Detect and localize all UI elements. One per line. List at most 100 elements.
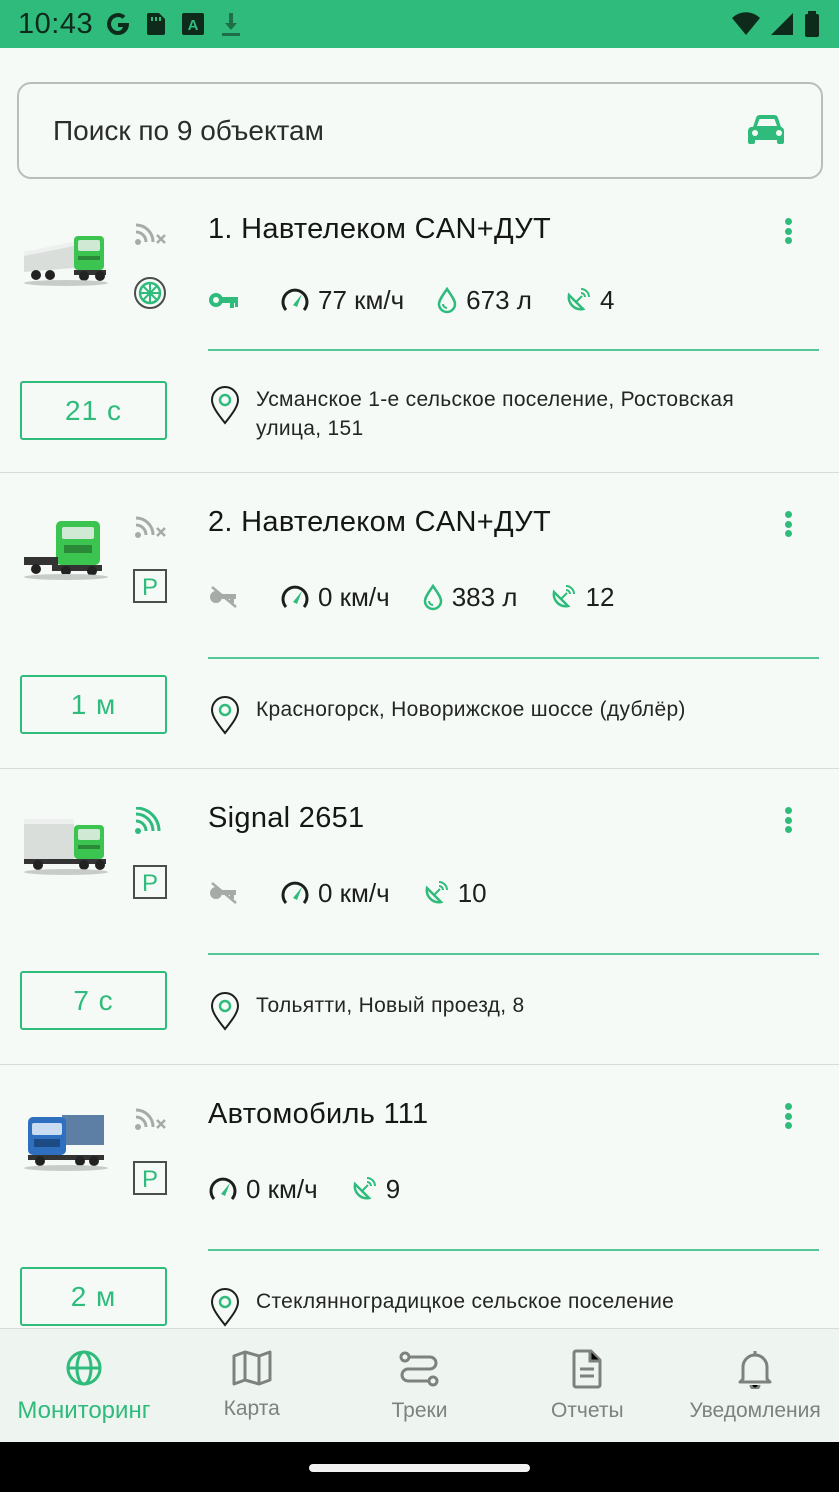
satellite-icon	[425, 881, 448, 904]
wifi-icon	[732, 12, 760, 36]
nav-monitoring[interactable]: Мониторинг	[0, 1329, 168, 1442]
satellite-metric: 9	[350, 1174, 400, 1205]
object-address: Красногорск, Новорижское шоссе (дублёр)	[208, 695, 796, 735]
svg-text:A: A	[188, 17, 199, 34]
search-placeholder: Поиск по 9 объектам	[53, 114, 324, 146]
speed-metric: 0 км/ч	[280, 878, 390, 909]
object-metrics: 0 км/ч 9	[208, 1169, 432, 1209]
map-icon	[232, 1350, 272, 1386]
gesture-bar	[0, 1442, 839, 1492]
card-divider	[208, 1249, 819, 1251]
location-pin-icon	[210, 696, 240, 735]
more-menu-icon[interactable]	[776, 507, 800, 541]
key-off-icon	[210, 586, 237, 608]
ignition-metric	[208, 880, 248, 906]
location-pin-icon	[210, 1288, 240, 1327]
object-card[interactable]: 1. Навтелеком CAN+ДУТ 77 км/ч 673 л 4 21…	[0, 180, 839, 473]
parking-icon: P	[133, 569, 167, 603]
nav-tracks[interactable]: Треки	[336, 1329, 504, 1442]
object-address: Тольятти, Новый проезд, 8	[208, 991, 796, 1031]
no-signal-icon	[135, 1108, 166, 1130]
nav-label: Мониторинг	[17, 1397, 151, 1424]
status-bar: 10:43 A	[0, 0, 839, 48]
location-pin-icon	[210, 992, 240, 1031]
satellite-icon	[553, 585, 576, 608]
object-metrics: 0 км/ч 383 л 12	[208, 577, 646, 617]
battery-icon	[805, 11, 819, 37]
more-menu-icon[interactable]	[776, 803, 800, 837]
key-icon	[209, 293, 238, 308]
nav-notifications[interactable]: Уведомления	[671, 1329, 839, 1442]
home-indicator[interactable]	[309, 1464, 530, 1472]
nav-label: Уведомления	[689, 1399, 821, 1422]
objects-list[interactable]: 1. Навтелеком CAN+ДУТ 77 км/ч 673 л 4 21…	[0, 180, 839, 1328]
fuel-metric: 673 л	[436, 285, 532, 316]
address-text: Стеклянноградицкое сельское поселение	[256, 1290, 675, 1313]
report-icon	[572, 1349, 602, 1389]
fuel-metric: 383 л	[422, 582, 517, 613]
speed-value: 0 км/ч	[318, 581, 390, 612]
address-text: Красногорск, Новорижское шоссе (дублёр)	[256, 698, 686, 721]
object-card[interactable]: P 2. Навтелеком CAN+ДУТ 0 км/ч 383 л 12 …	[0, 473, 839, 769]
satellite-icon	[567, 288, 590, 311]
last-update-button[interactable]: 1 м	[20, 675, 167, 734]
car-icon[interactable]	[745, 113, 789, 149]
truck-image	[24, 819, 108, 875]
object-title: Signal 2651	[208, 802, 365, 834]
satellite-value: 4	[599, 284, 615, 315]
speed-value: 77 км/ч	[318, 284, 405, 315]
nav-label: Карта	[223, 1397, 280, 1420]
key-off-icon	[210, 882, 237, 904]
object-address: Стеклянноградицкое сельское поселение	[208, 1287, 796, 1327]
satellite-value: 9	[385, 1173, 401, 1204]
bottom-navigation: Мониторинг Карта Треки Отчеты Уведомлени…	[0, 1328, 839, 1442]
svg-text:P: P	[142, 870, 158, 897]
satellite-icon	[353, 1177, 376, 1200]
speed-metric: 0 км/ч	[208, 1174, 318, 1205]
nav-label: Треки	[391, 1399, 448, 1422]
sim-icon	[147, 13, 166, 35]
no-signal-icon	[135, 516, 166, 538]
signal-icon	[135, 807, 161, 834]
route-icon	[399, 1351, 439, 1387]
object-card[interactable]: P Signal 2651 0 км/ч 10 7 с Тольятти, Но…	[0, 769, 839, 1065]
google-icon	[107, 13, 130, 36]
more-menu-icon[interactable]	[776, 1099, 800, 1133]
globe-icon	[66, 1350, 102, 1386]
satellite-metric: 10	[422, 878, 487, 909]
nav-map[interactable]: Карта	[168, 1329, 336, 1442]
satellite-value: 12	[585, 581, 615, 612]
object-metrics: 77 км/ч 673 л 4	[208, 280, 646, 320]
ignition-metric	[208, 584, 248, 610]
parking-icon: P	[133, 865, 167, 899]
last-update-button[interactable]: 7 с	[20, 971, 167, 1030]
satellite-metric: 4	[564, 285, 614, 316]
more-menu-icon[interactable]	[776, 214, 800, 248]
svg-text:P: P	[142, 574, 158, 601]
object-title: Автомобиль 111	[208, 1098, 429, 1130]
last-update-button[interactable]: 2 м	[20, 1267, 167, 1326]
ignition-metric	[208, 289, 248, 311]
object-card[interactable]: P Автомобиль 111 0 км/ч 9 2 м Стеклянног…	[0, 1065, 839, 1328]
satellite-metric: 12	[549, 582, 614, 613]
no-signal-icon	[135, 223, 166, 245]
wheel-icon	[134, 277, 166, 309]
bell-icon	[738, 1351, 772, 1389]
speed-icon	[281, 881, 309, 904]
speed-icon	[281, 288, 309, 311]
fuel-icon	[437, 286, 457, 314]
truck-image	[24, 236, 108, 286]
truck-image	[24, 1115, 108, 1171]
nav-reports[interactable]: Отчеты	[503, 1329, 671, 1442]
speed-icon	[281, 585, 309, 608]
address-text: Тольятти, Новый проезд, 8	[256, 994, 525, 1017]
last-update-button[interactable]: 21 с	[20, 381, 167, 440]
svg-text:P: P	[142, 1166, 158, 1193]
card-divider	[208, 349, 819, 351]
speed-icon	[209, 1177, 237, 1200]
search-field[interactable]: Поиск по 9 объектам	[17, 82, 823, 179]
satellite-value: 10	[457, 877, 487, 908]
object-title: 1. Навтелеком CAN+ДУТ	[208, 213, 551, 245]
address-text: Усманское 1-е сельское поселение, Ростов…	[256, 388, 735, 440]
parking-icon: P	[133, 1161, 167, 1195]
